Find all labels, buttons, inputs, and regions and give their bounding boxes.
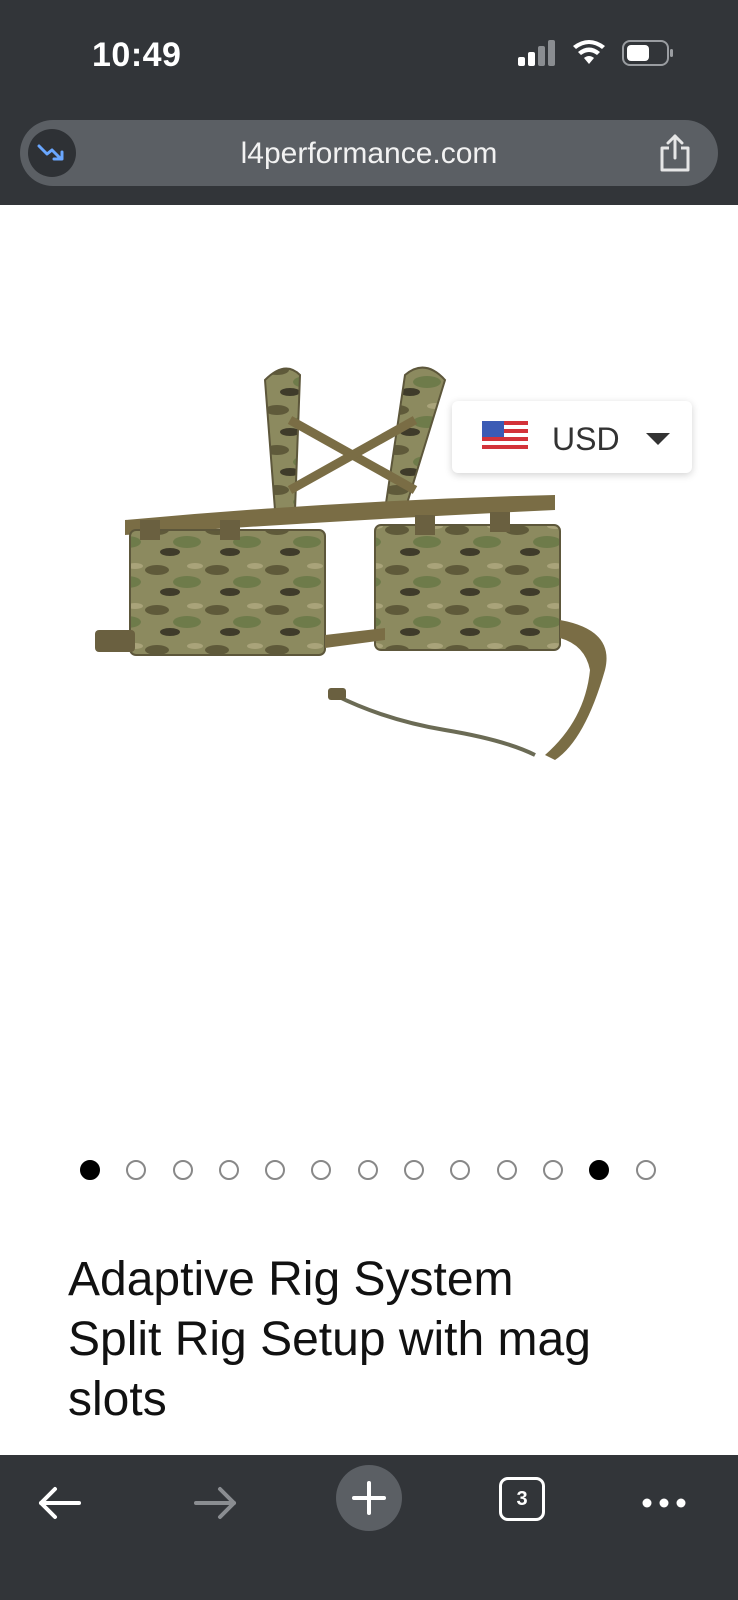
carousel-dot[interactable] xyxy=(496,1160,517,1180)
carousel-dot[interactable] xyxy=(126,1160,147,1180)
plus-icon[interactable] xyxy=(336,1465,402,1531)
wifi-icon xyxy=(572,40,606,71)
carousel-dot[interactable] xyxy=(172,1160,193,1180)
url-text[interactable]: l4performance.com xyxy=(20,137,718,171)
carousel-dots xyxy=(80,1160,656,1180)
address-bar-area: l4performance.com xyxy=(0,110,738,205)
carousel-dot[interactable] xyxy=(589,1160,610,1180)
carousel-dot[interactable] xyxy=(357,1160,378,1180)
address-bar[interactable]: l4performance.com xyxy=(20,120,718,186)
battery-icon xyxy=(622,40,674,71)
carousel-dot[interactable] xyxy=(450,1160,471,1180)
product-title-line: Adaptive Rig System xyxy=(68,1253,514,1306)
carousel-dot[interactable] xyxy=(218,1160,239,1180)
status-time: 10:49 xyxy=(92,36,182,74)
arrow-left-icon[interactable] xyxy=(20,1473,100,1533)
carousel-dot[interactable] xyxy=(635,1160,656,1180)
product-title-line: slots xyxy=(68,1373,167,1426)
chevron-down-icon xyxy=(646,433,670,445)
browser-toolbar: 3 xyxy=(0,1455,738,1600)
signal-icon xyxy=(518,40,556,71)
product-title-line: Split Rig Setup with mag xyxy=(68,1313,591,1366)
arrow-right-icon[interactable] xyxy=(175,1473,255,1533)
more-dots-icon[interactable] xyxy=(624,1473,704,1533)
page-content: USD Adaptive Rig System Split Rig Setup … xyxy=(0,205,738,1455)
carousel-dot[interactable] xyxy=(542,1160,563,1180)
status-bar: 10:49 xyxy=(0,0,738,110)
carousel-dot[interactable] xyxy=(311,1160,332,1180)
carousel-dot[interactable] xyxy=(80,1160,100,1180)
status-icons xyxy=(518,40,674,71)
tab-switcher-button[interactable]: 3 xyxy=(499,1477,545,1521)
carousel-dot[interactable] xyxy=(265,1160,286,1180)
us-flag-icon xyxy=(482,421,528,458)
share-icon[interactable] xyxy=(658,134,692,177)
currency-label: USD xyxy=(552,421,620,457)
currency-selector[interactable]: USD xyxy=(452,401,692,473)
carousel-dot[interactable] xyxy=(404,1160,425,1180)
product-title: Adaptive Rig System Split Rig Setup with… xyxy=(68,1250,688,1430)
